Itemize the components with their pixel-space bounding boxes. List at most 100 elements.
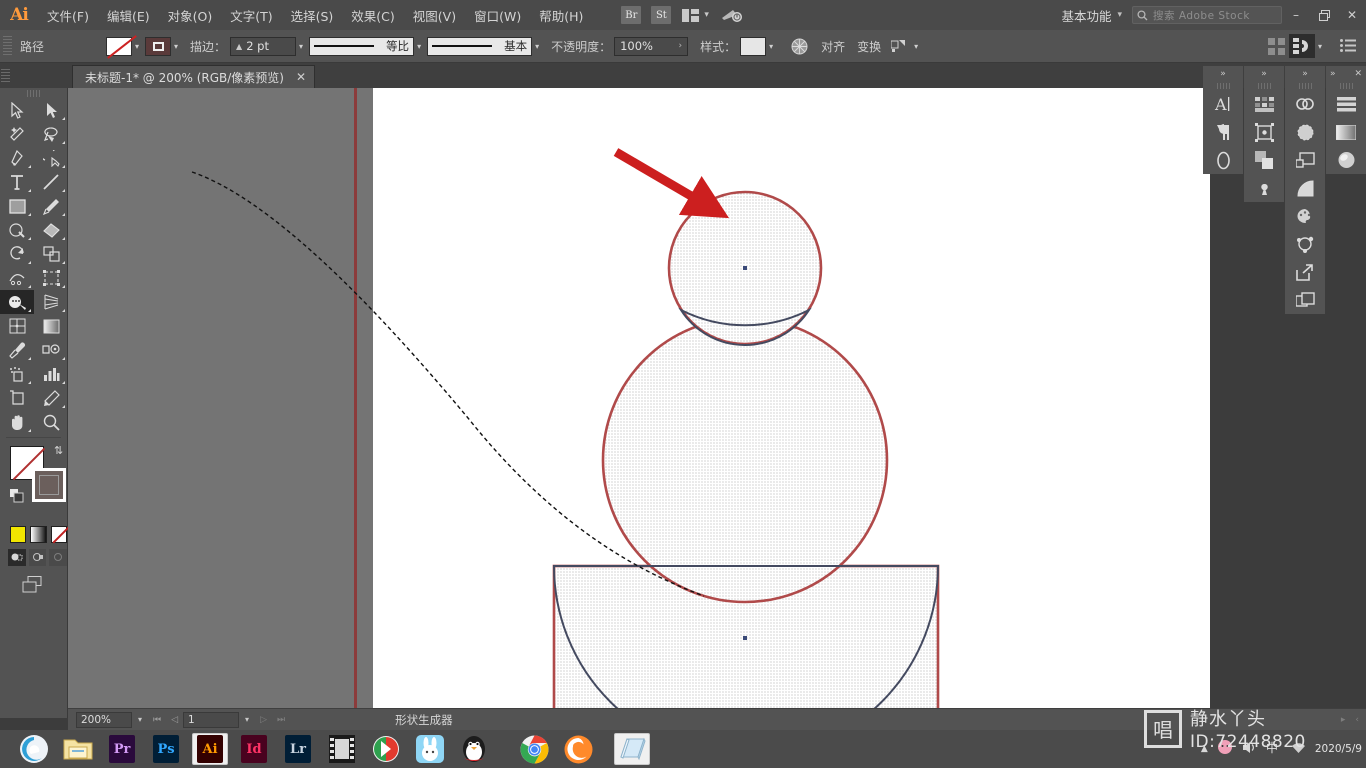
artboards-panel-icon[interactable] [1285,146,1325,174]
libraries-panel-icon[interactable] [1285,90,1325,118]
magic-wand-tool[interactable] [0,122,34,146]
artboard-tool[interactable] [0,386,34,410]
graphic-style-swatch[interactable] [740,36,767,56]
taskbar-clock[interactable]: 2020/5/9 [1315,743,1362,756]
taskbar-video-editor[interactable] [324,733,360,765]
chevron-down-icon[interactable]: ▾ [1117,10,1122,20]
curvature-tool[interactable] [34,146,68,170]
workspace-selector[interactable]: 基本功能 [1061,6,1111,25]
draw-behind-button[interactable] [28,549,47,566]
blend-tool[interactable] [34,338,68,362]
swap-fill-stroke-icon[interactable]: ⇅ [54,444,63,457]
pencil-tool[interactable] [0,218,34,242]
expand-panels-icon[interactable]: » [1244,66,1284,81]
stroke-color-swatch[interactable] [145,36,172,56]
next-artboard-icon[interactable]: ▷ [255,715,272,725]
shape-builder-tool[interactable] [0,290,34,314]
menu-type[interactable]: 文字(T) [221,2,281,29]
menu-file[interactable]: 文件(F) [38,2,98,29]
character-panel-icon[interactable]: A [1203,90,1243,118]
menu-object[interactable]: 对象(O) [159,2,222,29]
expand-panels-icon[interactable]: » [1285,66,1325,81]
tools-panel-grip[interactable] [0,88,67,98]
document-setup-icon[interactable] [1336,35,1360,57]
color-mode-button[interactable] [10,526,27,543]
status-next-icon[interactable]: ▸ [1336,715,1351,725]
menu-effect[interactable]: 效果(C) [342,2,403,29]
taskbar-firefox[interactable] [560,733,596,765]
gradient-tool[interactable] [34,314,68,338]
transform-grid-icon[interactable] [1265,35,1289,57]
expand-panels-icon[interactable]: » [1203,66,1243,81]
dock-column-grip[interactable] [1285,81,1325,90]
document-tab[interactable]: 未标题-1* @ 200% (RGB/像素预览) ✕ [72,65,316,88]
stroke-swatch[interactable] [32,468,66,502]
symbol-sprayer-tool[interactable] [0,362,34,386]
free-transform-tool[interactable] [34,266,68,290]
stock-search-input[interactable]: 搜索 Adobe Stock [1132,6,1282,24]
taskbar-qq[interactable] [456,733,492,765]
expand-panels-icon[interactable]: » [1330,69,1336,79]
brush-dropdown-icon[interactable]: ▾ [535,42,539,51]
brushes-panel-icon[interactable] [1285,118,1325,146]
window-minimize-button[interactable]: – [1282,0,1310,30]
menu-view[interactable]: 视图(V) [404,2,465,29]
selection-tool[interactable] [0,98,34,122]
fill-color-swatch[interactable] [106,36,132,56]
menu-help[interactable]: 帮助(H) [530,2,592,29]
layers-panel-icon[interactable] [1285,286,1325,314]
stock-icon[interactable]: St [651,6,672,24]
paragraph-panel-icon[interactable] [1203,118,1243,146]
draw-inside-button[interactable] [49,549,68,566]
taskbar-wps[interactable] [368,733,404,765]
menu-window[interactable]: 窗口(W) [465,2,530,29]
color-panel-icon[interactable] [1285,202,1325,230]
tab-strip-grip[interactable] [0,63,10,88]
mesh-tool[interactable] [0,314,34,338]
width-tool[interactable] [0,266,34,290]
draw-normal-button[interactable] [8,549,26,566]
gradient-mode-button[interactable] [30,526,47,543]
taskbar-lightroom[interactable]: Lr [280,733,316,765]
rectangle-tool[interactable] [0,194,34,218]
last-artboard-icon[interactable]: ⏭ [272,715,290,725]
taskbar-rabbit-app[interactable] [412,733,448,765]
brush-definition-select[interactable]: 基本 [427,36,533,56]
pathfinder-panel-icon[interactable] [1244,146,1284,174]
artboard-dropdown-icon[interactable]: ▾ [239,715,255,724]
fill-dropdown-icon[interactable]: ▾ [135,42,139,51]
hand-tool[interactable] [0,410,34,434]
direct-selection-tool[interactable] [34,98,68,122]
canvas-area[interactable]: 激活 Windows 转到“电脑设置”以激活 Windows。 [68,88,1210,708]
window-maximize-button[interactable] [1310,0,1338,30]
export-panel-icon[interactable] [1285,258,1325,286]
align-menu-label[interactable]: 对齐 [821,38,845,55]
stroke-dropdown-icon[interactable]: ▾ [174,42,178,51]
menu-edit[interactable]: 编辑(E) [98,2,159,29]
properties-dropdown-icon[interactable]: ▾ [1318,42,1322,51]
stroke-profile-dropdown-icon[interactable]: ▾ [417,42,421,51]
zoom-tool[interactable] [34,410,68,434]
bridge-icon[interactable]: Br [621,6,642,24]
zoom-dropdown-icon[interactable]: ▾ [132,715,148,724]
pen-tool[interactable] [0,146,34,170]
style-dropdown-icon[interactable]: ▾ [769,42,773,51]
menu-select[interactable]: 选择(S) [282,2,343,29]
lasso-tool[interactable] [34,122,68,146]
previous-artboard-icon[interactable]: ◁ [166,715,183,725]
default-fill-stroke-icon[interactable] [10,488,24,503]
dock-column-grip[interactable] [1326,81,1366,90]
change-screen-mode-button[interactable] [22,576,67,598]
taskbar-chrome[interactable] [516,733,552,765]
align-panel-icon[interactable] [1326,90,1366,118]
stroke-profile-select[interactable]: 等比 [309,36,415,56]
eyedropper-tool[interactable] [0,338,34,362]
slice-tool[interactable] [34,386,68,410]
close-dock-icon[interactable]: ✕ [1354,69,1362,79]
taskbar-premiere[interactable]: Pr [104,733,140,765]
recolor-artwork-icon[interactable] [787,35,811,57]
zoom-level-input[interactable]: 200% [76,711,132,728]
taskbar-illustrator[interactable]: Ai [192,733,228,765]
stroke-weight-input[interactable]: ▲ 2 pt [230,36,297,56]
scale-tool[interactable] [34,242,68,266]
